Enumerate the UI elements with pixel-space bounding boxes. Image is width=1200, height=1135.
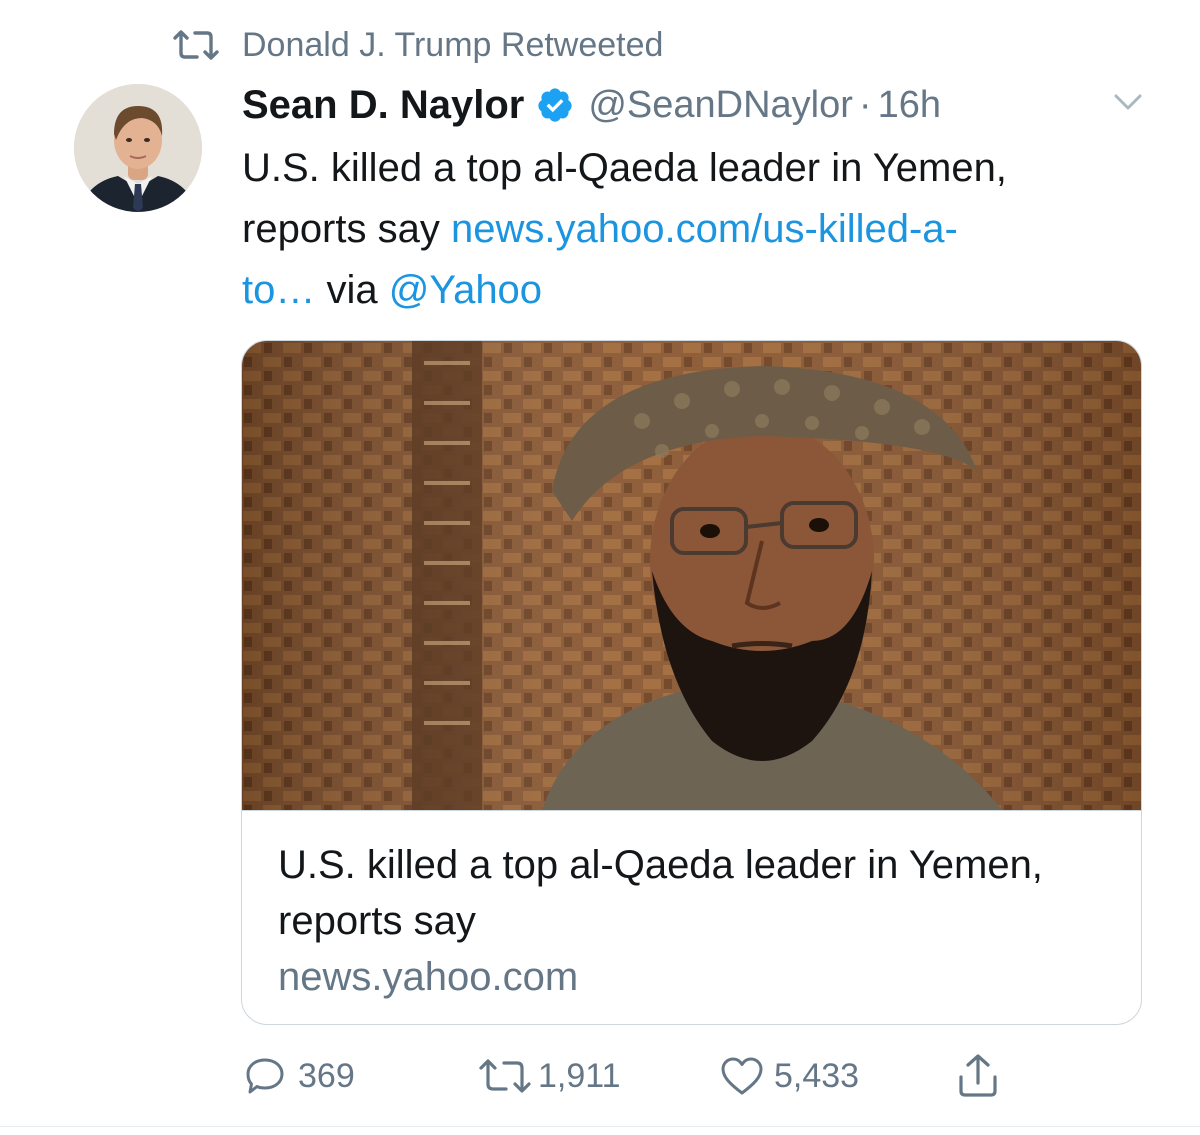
tweet-text-line: reports say news.yahoo.com/us-killed-a- xyxy=(242,199,1152,260)
mention-link[interactable]: @Yahoo xyxy=(389,268,542,312)
retweet-context-label: Donald J. Trump Retweeted xyxy=(242,25,664,64)
tweet-text-line: to… via @Yahoo xyxy=(242,260,1152,321)
share-button[interactable] xyxy=(956,1050,1000,1102)
like-count: 5,433 xyxy=(774,1056,860,1095)
avatar[interactable] xyxy=(74,84,202,212)
article-link[interactable]: news.yahoo.com/us-killed-a- xyxy=(451,207,958,251)
tweet-text: U.S. killed a top al-Qaeda leader in Yem… xyxy=(242,138,1152,321)
reply-button[interactable]: 369 xyxy=(244,1050,355,1102)
tweet-text-segment: reports say xyxy=(242,207,440,251)
avatar-photo xyxy=(74,84,202,212)
author-handle[interactable]: @SeanDNaylor xyxy=(588,84,853,127)
tweet-header: Sean D. Naylor @SeanDNaylor · 16h xyxy=(242,76,941,134)
author-display-name[interactable]: Sean D. Naylor xyxy=(242,83,524,128)
heart-icon xyxy=(721,1057,763,1095)
header-separator: · xyxy=(858,83,872,126)
tweet-text-line: U.S. killed a top al-Qaeda leader in Yem… xyxy=(242,146,1007,190)
article-link-continued[interactable]: to… xyxy=(242,268,315,312)
divider xyxy=(0,1126,1200,1127)
retweet-context[interactable]: Donald J. Trump Retweeted xyxy=(172,22,663,68)
link-preview-card[interactable]: U.S. killed a top al-Qaeda leader in Yem… xyxy=(241,340,1142,1025)
like-button[interactable]: 5,433 xyxy=(720,1050,859,1102)
tweet-actions: 369 1,911 5,433 xyxy=(0,1050,1200,1102)
tweet-timestamp[interactable]: 16h xyxy=(878,84,941,127)
retweet-button[interactable]: 1,911 xyxy=(478,1050,621,1102)
reply-count: 369 xyxy=(298,1056,355,1095)
tweet-text-segment: via xyxy=(326,268,378,312)
retweet-count: 1,911 xyxy=(538,1056,621,1095)
reply-icon xyxy=(246,1058,284,1094)
share-icon xyxy=(959,1054,997,1097)
verified-badge-icon xyxy=(538,88,572,122)
retweet-icon xyxy=(479,1059,531,1093)
chevron-down-icon[interactable] xyxy=(1110,88,1146,116)
retweet-icon xyxy=(173,30,219,60)
card-title: U.S. killed a top al-Qaeda leader in Yem… xyxy=(278,843,1043,943)
card-image xyxy=(242,341,1141,811)
card-domain: news.yahoo.com xyxy=(278,955,579,999)
